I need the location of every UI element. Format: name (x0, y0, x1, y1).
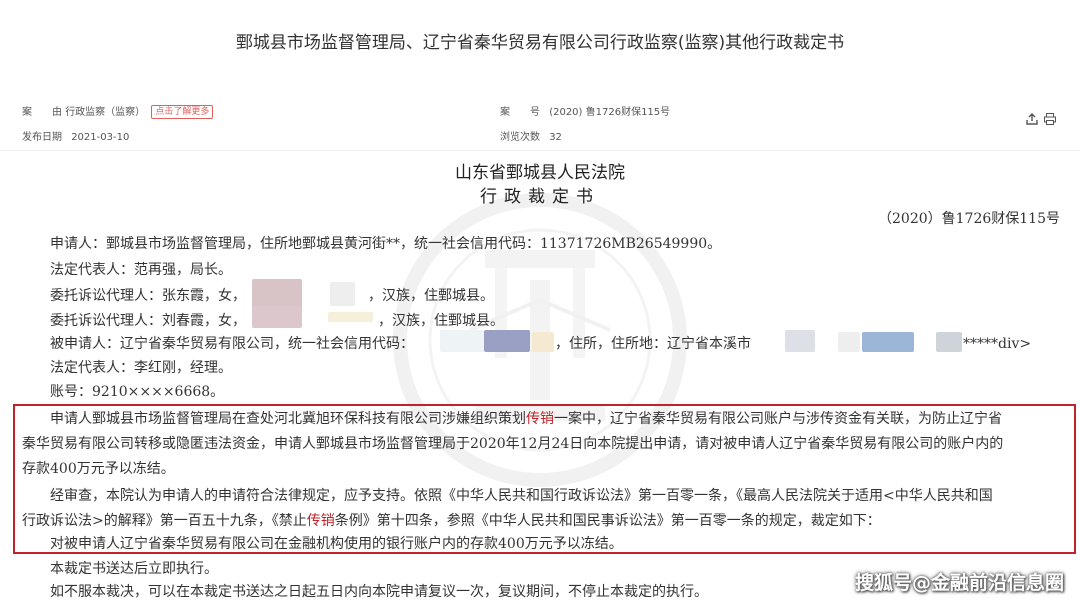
redaction-blur (862, 332, 914, 352)
redaction-blur (440, 330, 485, 352)
source-watermark: 搜狐号@金融前沿信息圈 (854, 572, 1064, 594)
paragraph-2-text: 条例》第十四条，参照《中华人民共和国民事诉讼法》第一百零一条的规定，裁定如下： (334, 513, 881, 529)
respondent-line: 被申请人：辽宁省秦华贸易有限公司，统一社会信用代码： (50, 336, 414, 352)
account-number: 账号：9210××××6668。 (50, 384, 225, 400)
respondent-legal-rep: 法定代表人：李红刚，经理。 (50, 360, 232, 376)
agent-line-2: 委托诉讼代理人：刘春霞，女， (50, 313, 246, 329)
agent-line-2-tail: ，汉族，住鄄城县。 (378, 313, 504, 329)
case-number-label: 案 号 (500, 107, 540, 118)
court-name: 山东省鄄城县人民法院 (455, 163, 625, 183)
case-number: （2020）鲁1726财保115号 (878, 211, 1060, 227)
case-cause: 案 由 行政监察（监察） 点击了解更多 (22, 103, 214, 119)
view-count-label: 浏览次数 (500, 132, 540, 143)
redaction-blur (532, 332, 554, 352)
case-cause-label: 案 由 (22, 107, 62, 118)
divider (0, 150, 1080, 151)
publish-date: 发布日期 2021-03-10 (22, 128, 129, 143)
redaction-blur (252, 306, 302, 328)
agent-line-1-tail: ，汉族，住鄄城县。 (368, 288, 494, 304)
ruling-line: 对被申请人辽宁省秦华贸易有限公司在金融机构使用的银行账户内的存款400万元予以冻… (50, 536, 623, 552)
paragraph-1-line-3: 存款400万元予以冻结。 (22, 461, 175, 477)
appeal-line: 如不服本裁决，可以在本裁定书送达之日起五日内向本院申请复议一次，复议期间，不停止… (50, 584, 708, 600)
redaction-blur (785, 330, 815, 352)
respondent-address-tail: *****div> (963, 336, 1032, 352)
print-icon[interactable] (1043, 112, 1057, 130)
highlight-term: 传销 (526, 411, 554, 427)
view-count: 浏览次数 32 (500, 128, 562, 143)
redaction-blur (328, 312, 373, 322)
paragraph-1-text: 一案中，辽宁省秦华贸易有限公司账户与涉传资金有关联，为防止辽宁省 (554, 411, 1002, 427)
document-title: 鄄城县市场监督管理局、辽宁省秦华贸易有限公司行政监察(监察)其他行政裁定书 (235, 33, 845, 53)
share-icon[interactable] (1025, 112, 1039, 130)
redaction-blur (252, 279, 302, 309)
paragraph-1-text: 申请人鄄城县市场监督管理局在查处河北冀旭环保科技有限公司涉嫌组织策划 (50, 411, 526, 427)
redaction-blur (330, 282, 355, 306)
publish-date-label: 发布日期 (22, 132, 62, 143)
case-number-value: (2020) 鲁1726财保115号 (549, 107, 671, 118)
highlight-term: 传销 (306, 513, 335, 529)
paragraph-1-line-2: 秦华贸易有限公司转移或隐匿违法资金，申请人鄄城县市场监督管理局于2020年12月… (22, 436, 1004, 452)
paragraph-2-text: 行政诉讼法>的解释》第一百五十九条，《禁止 (22, 513, 307, 529)
document-type: 行政裁定书 (480, 187, 600, 207)
redaction-blur (936, 332, 962, 352)
paragraph-2-line-2: 行政诉讼法>的解释》第一百五十九条，《禁止传销条例》第十四条，参照《中华人民共和… (22, 511, 881, 531)
respondent-address: ，住所，住所地：辽宁省本溪市 (555, 336, 751, 352)
redaction-blur (838, 332, 860, 352)
effect-line: 本裁定书送达后立即执行。 (50, 561, 218, 577)
paragraph-1-line-1: 申请人鄄城县市场监督管理局在查处河北冀旭环保科技有限公司涉嫌组织策划传销一案中，… (50, 409, 1002, 429)
view-count-value: 32 (549, 132, 562, 143)
learn-more-link[interactable]: 点击了解更多 (151, 105, 214, 119)
redaction-blur (484, 330, 530, 352)
agent-line-1: 委托诉讼代理人：张东霞，女， (50, 288, 246, 304)
case-number-meta: 案 号 (2020) 鲁1726财保115号 (500, 103, 670, 118)
paragraph-2-line-1: 经审查，本院认为申请人的申请符合法律规定，应予支持。依照《中华人民共和国行政诉讼… (50, 488, 993, 504)
publish-date-value: 2021-03-10 (71, 132, 130, 143)
legal-rep-line: 法定代表人：范再强，局长。 (50, 262, 232, 278)
applicant-line: 申请人：鄄城县市场监督管理局，住所地鄄城县黄河街**，统一社会信用代码：1137… (50, 236, 722, 252)
case-cause-value: 行政监察（监察） (65, 107, 146, 118)
